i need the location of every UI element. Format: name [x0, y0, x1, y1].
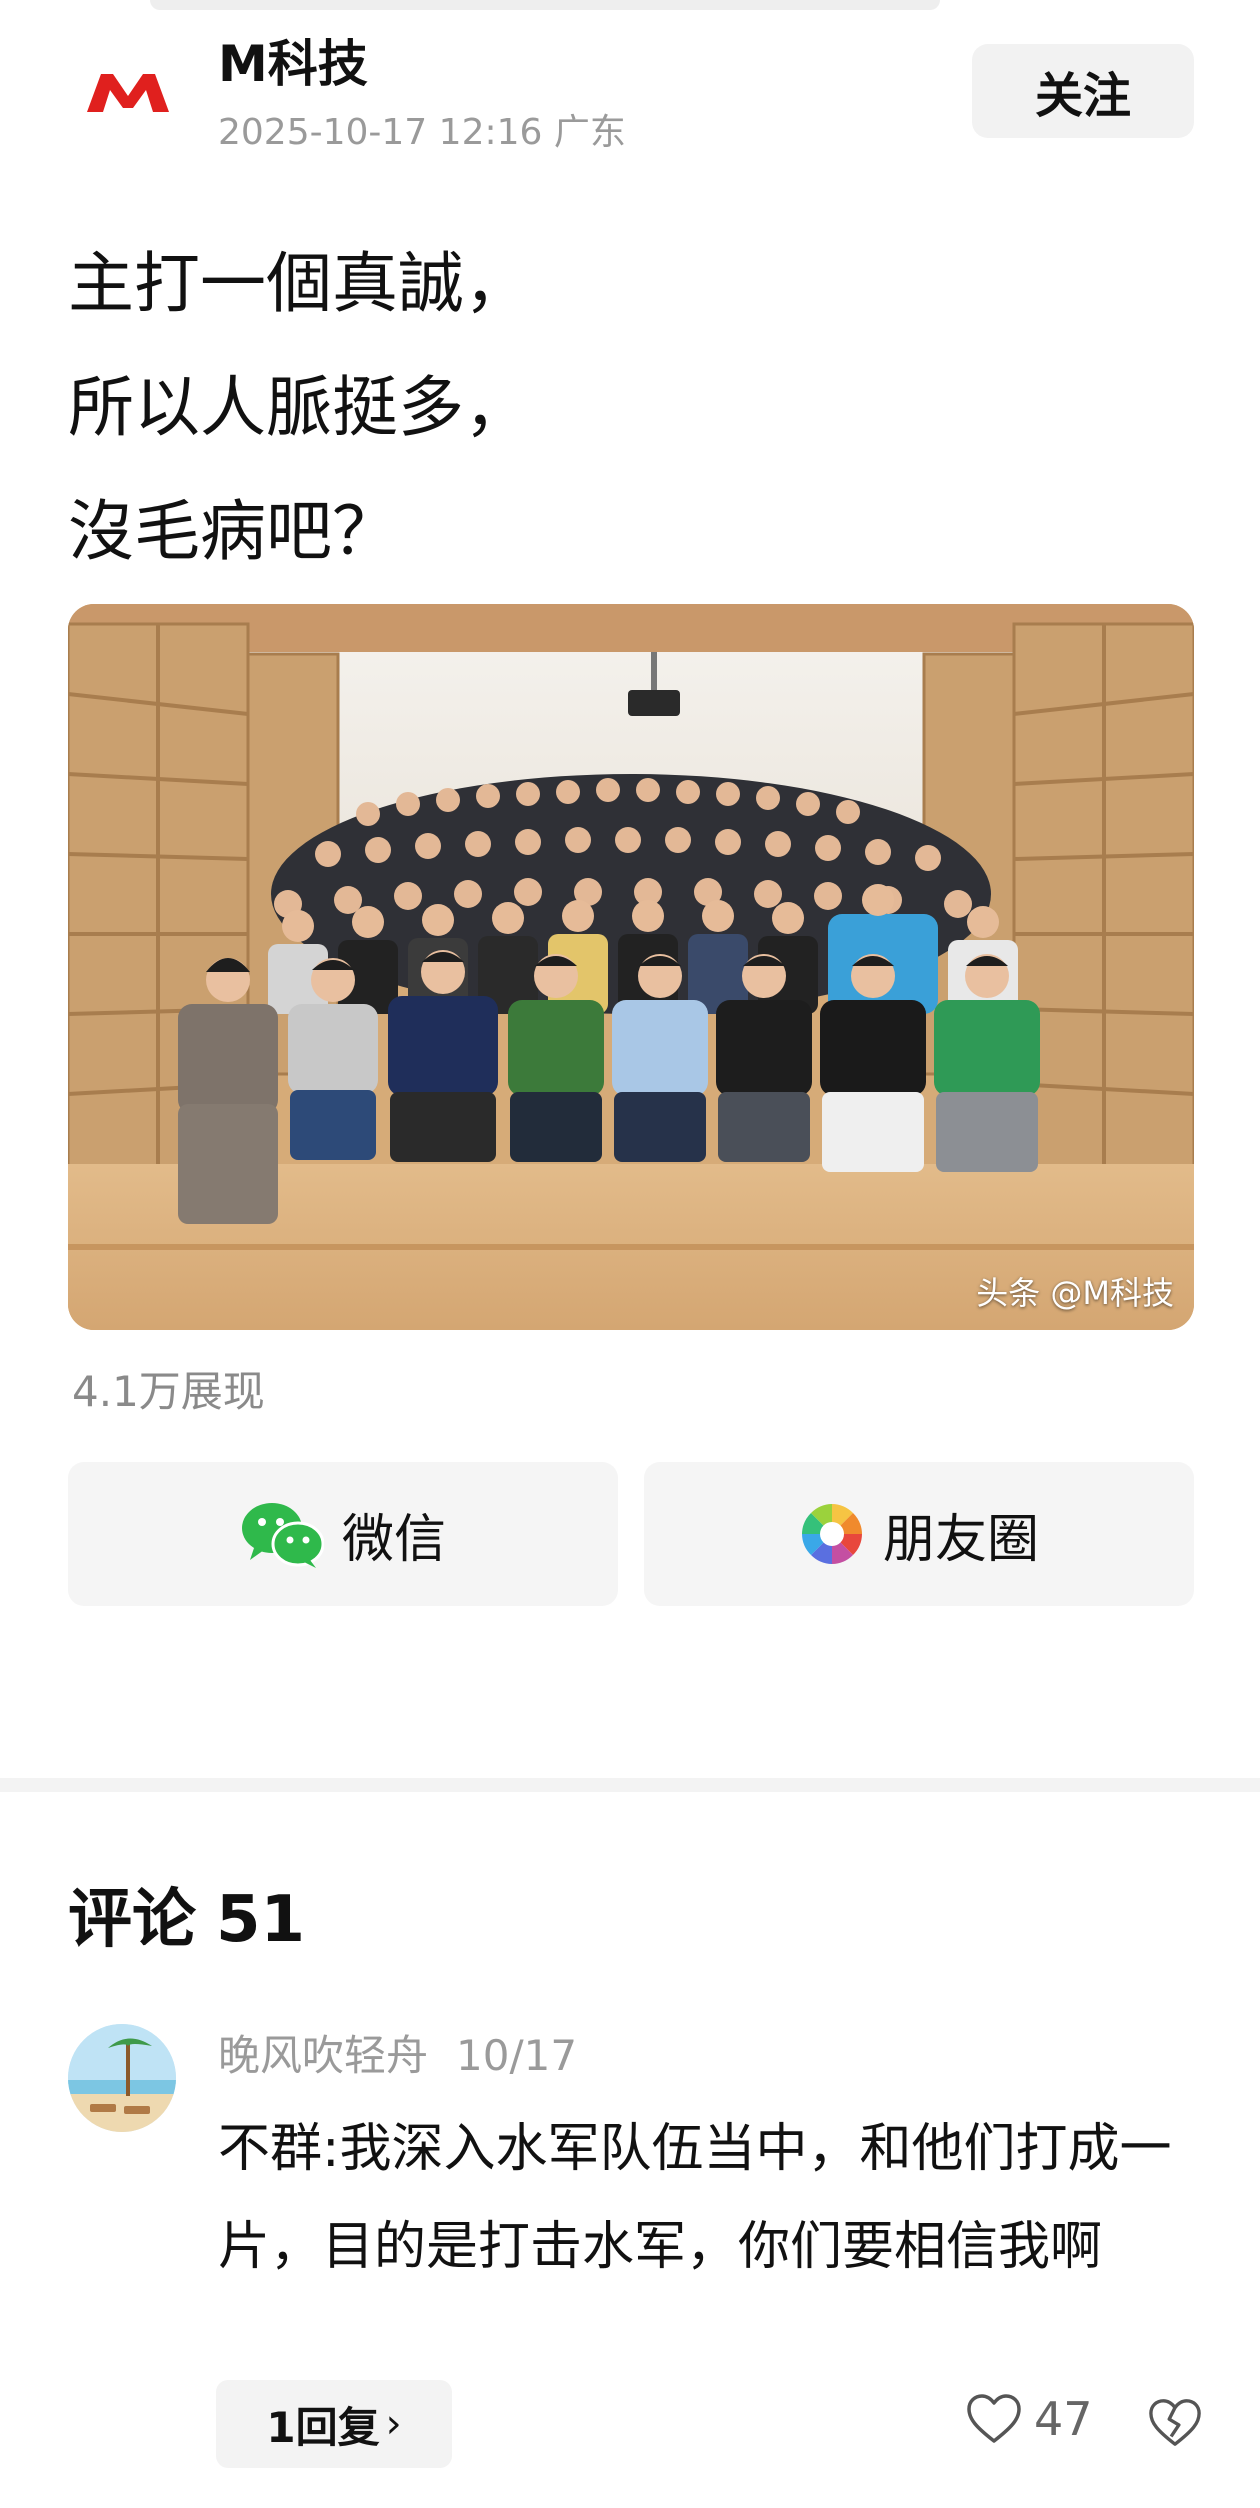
reply-label: 1回复: [266, 2402, 380, 2452]
commenter-avatar[interactable]: [68, 2024, 176, 2132]
post-meta: 2025-10-17 12:16 广东: [218, 112, 626, 153]
follow-button[interactable]: 关注: [972, 44, 1194, 138]
comment-author[interactable]: 晚风吹轻舟: [218, 2031, 428, 2080]
share-moments-button[interactable]: 朋友圈: [644, 1462, 1194, 1606]
reply-button[interactable]: 1回复 ›: [216, 2380, 452, 2468]
share-wechat-label: 微信: [341, 1509, 446, 1570]
group-photo-image: [68, 604, 1194, 1330]
post-line: 主打一個真誠，: [68, 245, 530, 322]
post-text: 主打一個真誠， 所以人脈挺多， 沒毛病吧？: [68, 222, 1188, 594]
post-line: 所以人脈挺多，: [68, 369, 530, 446]
top-scroll-hint: [150, 0, 940, 10]
beach-avatar-icon: [68, 2024, 176, 2132]
author-avatar[interactable]: [68, 48, 188, 138]
share-wechat-button[interactable]: 微信: [68, 1462, 618, 1606]
comment-author-line: 晚风吹轻舟 10/17: [218, 2022, 577, 2083]
like-button[interactable]: 47: [966, 2392, 1093, 2446]
section-divider: [0, 1778, 1260, 1792]
heart-icon: [967, 2394, 1021, 2443]
broken-heart-icon[interactable]: [1148, 2396, 1202, 2450]
author-name[interactable]: M科技: [218, 30, 368, 98]
comments-label: 评论: [68, 1883, 196, 1957]
comment-date: 10/17: [456, 2031, 578, 2080]
comments-count: 51: [216, 1883, 306, 1957]
comments-title: 评论 51: [68, 1868, 305, 1960]
post-photo[interactable]: 头条 @M科技: [68, 604, 1194, 1330]
moments-icon: [801, 1504, 862, 1564]
share-moments-label: 朋友圈: [882, 1509, 1039, 1570]
wechat-icon: [241, 1503, 324, 1568]
comment-text[interactable]: 不群:我深入水军队伍当中，和他们打成一片，目的是打击水军，你们要相信我啊: [218, 2100, 1208, 2296]
like-count: 47: [1034, 2392, 1093, 2446]
post-line: 沒毛病吧？: [68, 493, 398, 570]
view-count: 4.1万展现: [72, 1367, 265, 1416]
photo-watermark: 头条 @M科技: [976, 1274, 1174, 1312]
chevron-right-icon: ›: [385, 2401, 402, 2447]
m-logo-icon: [87, 74, 169, 112]
